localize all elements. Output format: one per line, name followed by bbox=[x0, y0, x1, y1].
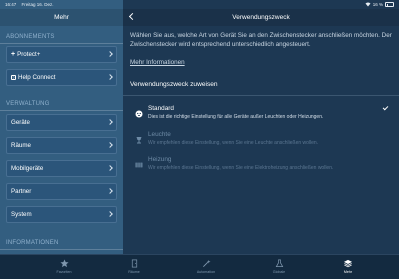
flask-icon bbox=[273, 257, 285, 269]
tab-label: Räume bbox=[128, 270, 140, 274]
status-left: 16:47 Freitag 16. Dez. bbox=[5, 2, 58, 7]
sidebar-item-raeume[interactable]: Räume bbox=[6, 137, 117, 154]
description-text: Wählen Sie aus, welche Art von Gerät Sie… bbox=[130, 32, 392, 48]
sidebar-item-protect-plus[interactable]: + Protect+ bbox=[6, 46, 117, 63]
wand-icon bbox=[200, 257, 212, 269]
section-divider bbox=[0, 43, 123, 44]
plus-icon: + bbox=[11, 51, 16, 58]
help-icon: ? bbox=[11, 75, 16, 80]
lamp-icon bbox=[135, 131, 143, 144]
section-title-informationen: INFORMATIONEN bbox=[6, 240, 59, 246]
tab-mehr[interactable]: Mehr bbox=[318, 257, 378, 279]
divider bbox=[123, 95, 399, 96]
sidebar-item-partner[interactable]: Partner bbox=[6, 183, 117, 200]
chevron-right-icon bbox=[107, 165, 113, 171]
sidebar-item-label: Mobilgeräte bbox=[11, 165, 44, 172]
option-desc: Wir empfehlen diese Einstellung, wenn Si… bbox=[148, 140, 319, 146]
chevron-right-icon bbox=[107, 188, 113, 194]
status-time: 16:47 bbox=[5, 2, 17, 7]
more-info-link[interactable]: Mehr Informationen bbox=[130, 59, 185, 66]
battery-label: 16 % bbox=[372, 2, 383, 7]
option-desc: Wir empfehlen diese Einstellung, wenn Si… bbox=[148, 165, 334, 171]
sidebar-item-mobilgeraete[interactable]: Mobilgeräte bbox=[6, 160, 117, 177]
chevron-right-icon bbox=[107, 142, 113, 148]
assign-title: Verwendungszweck zuweisen bbox=[130, 81, 218, 88]
tab-raeume[interactable]: Räume bbox=[104, 257, 164, 279]
chevron-right-icon bbox=[107, 51, 113, 57]
layers-icon bbox=[342, 257, 354, 269]
checkmark-icon bbox=[382, 104, 389, 111]
sidebar-item-label: System bbox=[11, 211, 32, 218]
option-title: Standard bbox=[148, 105, 174, 112]
tab-label: Globale bbox=[272, 270, 286, 274]
main-panel: Verwendungszweck Wählen Sie aus, welche … bbox=[123, 0, 399, 279]
battery-icon bbox=[385, 2, 394, 7]
tab-favoriten[interactable]: Favoriten bbox=[34, 257, 94, 279]
wifi-icon bbox=[365, 2, 371, 8]
status-bar: 16:47 Freitag 16. Dez. 16 % bbox=[0, 0, 399, 9]
tab-label: Favoriten bbox=[56, 270, 72, 274]
sidebar-item-label: Partner bbox=[11, 188, 32, 195]
sidebar-header: Mehr bbox=[0, 9, 123, 26]
chevron-right-icon bbox=[107, 74, 113, 80]
sidebar-item-label: Help Connect bbox=[18, 74, 56, 81]
option-title: Heizung bbox=[148, 156, 172, 163]
option-title: Leuchte bbox=[148, 131, 171, 138]
tab-label: Mehr bbox=[343, 270, 353, 274]
status-right: 16 % bbox=[365, 2, 394, 8]
chevron-right-icon bbox=[107, 119, 113, 125]
sidebar-item-system[interactable]: System bbox=[6, 206, 117, 223]
sidebar-item-geraete[interactable]: Geräte bbox=[6, 114, 117, 131]
plug-icon bbox=[135, 105, 143, 118]
tab-label: Automation bbox=[196, 270, 216, 274]
sidebar-title: Mehr bbox=[54, 14, 69, 21]
option-desc: Dies ist die richtige Einstellung für al… bbox=[148, 114, 324, 120]
page-title: Verwendungszweck bbox=[232, 14, 290, 21]
main-header: Verwendungszweck bbox=[123, 9, 399, 26]
sidebar-item-help-connect[interactable]: ? Help Connect bbox=[6, 69, 117, 86]
section-title-verwaltung: VERWALTUNG bbox=[6, 101, 50, 107]
section-title-abonnements: ABONNEMENTS bbox=[6, 34, 55, 40]
heater-icon bbox=[135, 156, 143, 168]
tab-bar: Favoriten Räume Automation Globale Mehr bbox=[0, 254, 399, 279]
sidebar-item-label: Protect+ bbox=[17, 51, 41, 58]
sidebar-item-label: Geräte bbox=[11, 119, 30, 126]
sidebar: Mehr ABONNEMENTS + Protect+ ? Help Conne… bbox=[0, 0, 123, 279]
back-chevron-icon[interactable] bbox=[128, 12, 137, 21]
tab-automation[interactable]: Automation bbox=[176, 257, 236, 279]
room-icon bbox=[128, 257, 140, 269]
status-date: Freitag 16. Dez. bbox=[21, 2, 54, 7]
sidebar-item-label: Räume bbox=[11, 142, 31, 149]
section-divider bbox=[0, 110, 123, 111]
star-icon bbox=[58, 257, 70, 269]
section-divider bbox=[0, 249, 123, 250]
chevron-right-icon bbox=[107, 211, 113, 217]
tab-globale[interactable]: Globale bbox=[249, 257, 309, 279]
